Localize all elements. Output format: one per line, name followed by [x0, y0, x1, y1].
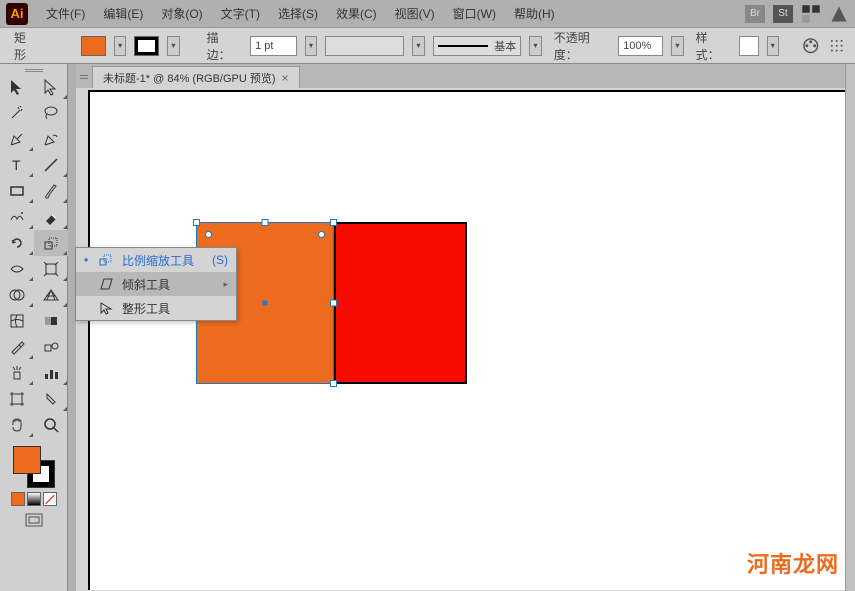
canvas-area[interactable]: 河南龙网 [76, 88, 855, 591]
reshape-tool-menuitem[interactable]: 整形工具 [76, 296, 236, 320]
menu-file[interactable]: 文件(F) [38, 3, 93, 24]
selection-type-label: 矩形 [10, 29, 39, 63]
eraser-tool[interactable] [34, 204, 68, 230]
stroke-profile-select[interactable] [325, 36, 404, 56]
shape-builder-tool[interactable] [0, 282, 34, 308]
curvature-tool[interactable] [34, 126, 68, 152]
width-tool[interactable] [0, 256, 34, 282]
menu-object[interactable]: 对象(O) [153, 3, 210, 24]
opacity-dropdown-icon[interactable]: ▾ [671, 36, 683, 56]
menu-bar: Ai 文件(F) 编辑(E) 对象(O) 文字(T) 选择(S) 效果(C) 视… [0, 0, 855, 28]
style-label: 样式： [692, 29, 731, 63]
align-icon[interactable] [828, 36, 845, 56]
selection-handle[interactable] [330, 380, 337, 387]
menu-help[interactable]: 帮助(H) [506, 3, 563, 24]
submenu-arrow-icon: ▸ [223, 279, 228, 290]
selection-handle[interactable] [262, 219, 269, 226]
tab-close-icon[interactable]: × [282, 71, 289, 85]
color-mode-icon[interactable] [11, 492, 25, 506]
style-dropdown-icon[interactable]: ▾ [767, 36, 779, 56]
fill-color-swatch[interactable] [13, 446, 41, 474]
stroke-swatch[interactable] [134, 36, 159, 56]
toolbox-panel: T [0, 64, 68, 591]
tab-grip-icon[interactable] [80, 66, 88, 88]
app-logo-icon: Ai [6, 3, 28, 25]
zoom-tool[interactable] [34, 412, 68, 438]
document-tab[interactable]: 未标题-1* @ 84% (RGB/GPU 预览) × [92, 66, 300, 88]
direct-selection-tool[interactable] [34, 74, 68, 100]
scale-tool-menuitem[interactable]: • 比例缩放工具 (S) [76, 248, 236, 272]
gradient-mode-icon[interactable] [27, 492, 41, 506]
shaper-tool[interactable] [0, 204, 34, 230]
opacity-label: 不透明度： [550, 29, 610, 63]
selection-tool[interactable] [0, 74, 34, 100]
reshape-tool-icon [98, 300, 114, 316]
selection-handle[interactable] [330, 219, 337, 226]
symbol-sprayer-tool[interactable] [0, 360, 34, 386]
menu-window[interactable]: 窗口(W) [445, 3, 504, 24]
document-tab-bar: 未标题-1* @ 84% (RGB/GPU 预览) × [76, 64, 855, 88]
gradient-tool[interactable] [34, 308, 68, 334]
menu-edit[interactable]: 编辑(E) [95, 3, 151, 24]
pen-tool[interactable] [0, 126, 34, 152]
screen-mode-icon[interactable] [24, 512, 44, 528]
gpu-icon[interactable] [829, 4, 849, 24]
menu-select[interactable]: 选择(S) [270, 3, 326, 24]
rotate-tool[interactable] [0, 230, 34, 256]
control-bar: 矩形 ▾ ▾ 描边： 1 pt ▾ ▾ 基本 ▾ 不透明度： 100% ▾ 样式… [0, 28, 855, 64]
bridge-icon[interactable]: Br [745, 5, 765, 23]
selection-handle[interactable] [193, 219, 200, 226]
menu-effect[interactable]: 效果(C) [328, 3, 385, 24]
anchor-point[interactable] [205, 231, 212, 238]
toolbox-grip-icon[interactable] [0, 64, 67, 74]
stroke-weight-dropdown-icon[interactable]: ▾ [305, 36, 317, 56]
stroke-dropdown-icon[interactable]: ▾ [167, 36, 179, 56]
stock-icon[interactable]: St [773, 5, 793, 23]
shear-tool-menuitem[interactable]: 倾斜工具 ▸ [76, 272, 236, 296]
opacity-input[interactable]: 100% [618, 36, 663, 56]
red-rectangle-shape[interactable] [334, 222, 467, 384]
fill-stroke-panel [0, 438, 67, 532]
watermark-text: 河南龙网 [747, 547, 839, 579]
hand-tool[interactable] [0, 412, 34, 438]
perspective-grid-tool[interactable] [34, 282, 68, 308]
brush-definition-select[interactable]: 基本 [433, 36, 522, 56]
mesh-tool[interactable] [0, 308, 34, 334]
scale-tool-icon [98, 252, 114, 268]
line-tool[interactable] [34, 152, 68, 178]
slice-tool[interactable] [34, 386, 68, 412]
magic-wand-tool[interactable] [0, 100, 34, 126]
tool-flyout-menu: • 比例缩放工具 (S) 倾斜工具 ▸ 整形工具 [75, 247, 237, 321]
stroke-profile-dropdown-icon[interactable]: ▾ [412, 36, 424, 56]
free-transform-tool[interactable] [34, 256, 68, 282]
recolor-icon[interactable] [802, 36, 819, 56]
stroke-weight-input[interactable]: 1 pt [250, 36, 297, 56]
menu-text[interactable]: 文字(T) [213, 3, 268, 24]
none-mode-icon[interactable] [43, 492, 57, 506]
scale-tool[interactable] [34, 230, 68, 256]
paintbrush-tool[interactable] [34, 178, 68, 204]
fill-swatch[interactable] [81, 36, 106, 56]
column-graph-tool[interactable] [34, 360, 68, 386]
arrange-docs-icon[interactable] [801, 4, 821, 24]
right-panel-strip[interactable] [845, 64, 855, 591]
shear-tool-icon [98, 276, 114, 292]
brush-dropdown-icon[interactable]: ▾ [529, 36, 541, 56]
fill-dropdown-icon[interactable]: ▾ [114, 36, 126, 56]
menu-view[interactable]: 视图(V) [387, 3, 443, 24]
selection-handle[interactable] [330, 300, 337, 307]
rectangle-tool[interactable] [0, 178, 34, 204]
blend-tool[interactable] [34, 334, 68, 360]
center-point-icon [263, 301, 268, 306]
anchor-point[interactable] [318, 231, 325, 238]
type-tool[interactable]: T [0, 152, 34, 178]
graphic-style-swatch[interactable] [739, 36, 758, 56]
svg-text:T: T [12, 157, 21, 173]
eyedropper-tool[interactable] [0, 334, 34, 360]
document-tab-title: 未标题-1* @ 84% (RGB/GPU 预览) [103, 70, 276, 86]
stroke-label: 描边： [203, 29, 242, 63]
lasso-tool[interactable] [34, 100, 68, 126]
artboard-tool[interactable] [0, 386, 34, 412]
